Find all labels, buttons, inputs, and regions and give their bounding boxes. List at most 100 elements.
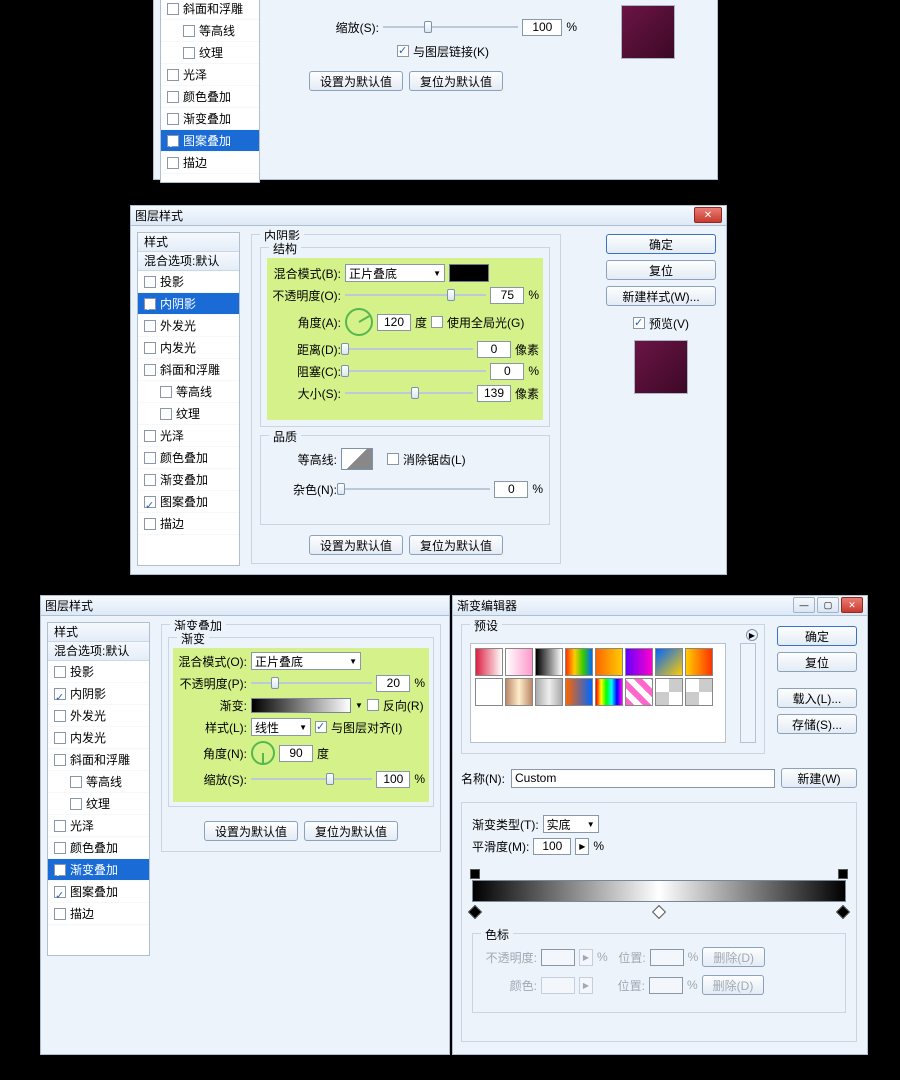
effect-checkbox[interactable] xyxy=(167,69,179,81)
close-icon[interactable]: ✕ xyxy=(841,597,863,613)
preset-swatch[interactable] xyxy=(535,678,563,706)
gradient-picker[interactable] xyxy=(251,698,351,713)
scale-input[interactable]: 100 xyxy=(376,771,410,788)
effect-checkbox[interactable] xyxy=(54,754,66,766)
preset-swatch[interactable] xyxy=(685,648,713,676)
preset-swatch[interactable] xyxy=(595,648,623,676)
distance-slider[interactable] xyxy=(345,342,473,356)
global-light-checkbox[interactable] xyxy=(431,316,443,328)
effect-checkbox[interactable] xyxy=(144,320,156,332)
effect-item[interactable]: 内发光 xyxy=(138,337,239,359)
effect-checkbox[interactable] xyxy=(167,91,179,103)
preset-swatch[interactable] xyxy=(475,648,503,676)
restore-default-button[interactable]: 复位为默认值 xyxy=(304,821,398,841)
opacity-slider[interactable] xyxy=(345,288,486,302)
new-style-button[interactable]: 新建样式(W)... xyxy=(606,286,716,306)
effect-checkbox[interactable] xyxy=(144,496,156,508)
antialias-checkbox[interactable] xyxy=(387,453,399,465)
effect-checkbox[interactable] xyxy=(144,518,156,530)
effect-checkbox[interactable] xyxy=(54,732,66,744)
reset-default-button[interactable]: 设置为默认值 xyxy=(309,71,403,91)
preset-swatch[interactable] xyxy=(625,648,653,676)
preview-checkbox[interactable] xyxy=(633,317,645,329)
size-input[interactable]: 139 xyxy=(477,385,511,402)
effect-checkbox[interactable] xyxy=(54,842,66,854)
blend-default-header[interactable]: 混合选项:默认 xyxy=(48,642,149,661)
smoothness-input[interactable]: 100 xyxy=(533,838,571,855)
effect-checkbox[interactable] xyxy=(183,25,195,37)
distance-input[interactable]: 0 xyxy=(477,341,511,358)
effect-item[interactable]: 斜面和浮雕 xyxy=(48,749,149,771)
cancel-button[interactable]: 复位 xyxy=(777,652,857,672)
angle-dial[interactable] xyxy=(251,741,275,765)
presets-scrollbar[interactable] xyxy=(740,643,756,743)
color-stop-right[interactable] xyxy=(836,905,850,919)
effect-checkbox[interactable] xyxy=(183,47,195,59)
shadow-color-swatch[interactable] xyxy=(449,264,489,282)
reverse-checkbox[interactable] xyxy=(367,699,379,711)
reset-default-button[interactable]: 设置为默认值 xyxy=(204,821,298,841)
choke-input[interactable]: 0 xyxy=(490,363,524,380)
effect-item[interactable]: 颜色叠加 xyxy=(161,86,259,108)
effect-checkbox[interactable] xyxy=(144,342,156,354)
restore-default-button[interactable]: 复位为默认值 xyxy=(409,71,503,91)
opacity-stop-left[interactable] xyxy=(470,869,480,879)
effect-item[interactable]: 图案叠加 xyxy=(138,491,239,513)
contour-picker[interactable] xyxy=(341,448,373,470)
preset-swatch[interactable] xyxy=(595,678,623,706)
preset-swatch[interactable] xyxy=(655,648,683,676)
color-stop-mid[interactable] xyxy=(652,905,666,919)
preset-swatch[interactable] xyxy=(685,678,713,706)
align-checkbox[interactable] xyxy=(315,721,327,733)
scale-input[interactable]: 100 xyxy=(522,19,562,36)
gradient-type-select[interactable]: 实底▼ xyxy=(543,815,599,833)
blend-mode-select[interactable]: 正片叠底▼ xyxy=(345,264,445,282)
effect-item[interactable]: 光泽 xyxy=(161,64,259,86)
color-stop-left[interactable] xyxy=(468,905,482,919)
effect-item[interactable]: 内发光 xyxy=(48,727,149,749)
effect-item[interactable]: 等高线 xyxy=(138,381,239,403)
effect-item[interactable]: 光泽 xyxy=(48,815,149,837)
blend-default-header[interactable]: 混合选项:默认 xyxy=(138,252,239,271)
effect-checkbox[interactable] xyxy=(70,776,82,788)
link-checkbox[interactable] xyxy=(397,45,409,57)
size-slider[interactable] xyxy=(345,386,473,400)
effect-checkbox[interactable] xyxy=(144,474,156,486)
angle-dial[interactable] xyxy=(345,308,373,336)
effect-item[interactable]: 颜色叠加 xyxy=(138,447,239,469)
reset-default-button[interactable]: 设置为默认值 xyxy=(309,535,403,555)
effect-item[interactable]: 斜面和浮雕 xyxy=(138,359,239,381)
preset-swatch[interactable] xyxy=(505,678,533,706)
noise-input[interactable]: 0 xyxy=(494,481,528,498)
effect-item[interactable]: 内阴影 xyxy=(48,683,149,705)
effect-checkbox[interactable] xyxy=(167,113,179,125)
effect-item[interactable]: 渐变叠加 xyxy=(161,108,259,130)
opacity-input[interactable]: 75 xyxy=(490,287,524,304)
effect-item[interactable]: 颜色叠加 xyxy=(48,837,149,859)
style-select[interactable]: 线性▼ xyxy=(251,718,311,736)
new-button[interactable]: 新建(W) xyxy=(781,768,857,788)
effect-checkbox[interactable] xyxy=(54,666,66,678)
effect-checkbox[interactable] xyxy=(167,157,179,169)
effect-checkbox[interactable] xyxy=(144,452,156,464)
close-icon[interactable]: ✕ xyxy=(694,207,722,223)
preset-swatch[interactable] xyxy=(535,648,563,676)
effect-item[interactable]: 渐变叠加 xyxy=(138,469,239,491)
name-input[interactable] xyxy=(511,769,775,788)
effect-checkbox[interactable] xyxy=(160,386,172,398)
effect-item[interactable]: 等高线 xyxy=(48,771,149,793)
effect-checkbox[interactable] xyxy=(70,798,82,810)
gradient-bar[interactable] xyxy=(472,880,846,902)
maximize-icon[interactable]: ▢ xyxy=(817,597,839,613)
effect-item[interactable]: 纹理 xyxy=(161,42,259,64)
load-button[interactable]: 载入(L)... xyxy=(777,688,857,708)
opacity-input[interactable]: 20 xyxy=(376,675,410,692)
effect-checkbox[interactable] xyxy=(54,886,66,898)
styles-header[interactable]: 样式 xyxy=(138,233,239,252)
effect-checkbox[interactable] xyxy=(144,364,156,376)
presets-menu-icon[interactable]: ▶ xyxy=(746,629,758,641)
effect-checkbox[interactable] xyxy=(167,3,179,15)
effect-item[interactable]: 等高线 xyxy=(161,20,259,42)
effect-item[interactable]: 光泽 xyxy=(138,425,239,447)
ok-button[interactable]: 确定 xyxy=(777,626,857,646)
